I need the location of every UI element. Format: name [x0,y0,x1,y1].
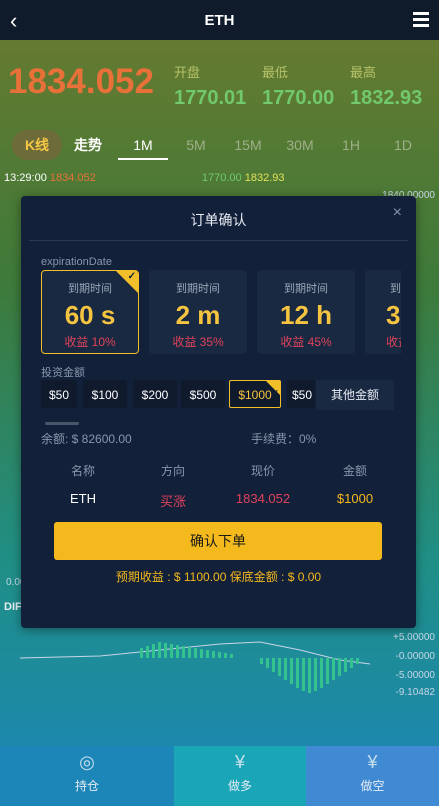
nav-short-label: 做空 [360,779,385,793]
tab-1d[interactable]: 1D [386,130,420,160]
option-yield: 收益 10% [64,335,116,349]
order-summary: 名称 ETH 方向 买涨 现价 1834.052 金额 $1000 [33,452,404,512]
high-value: 1832.93 [350,87,423,109]
low-stat: 最低 1770.00 [262,62,334,110]
bottom-nav: ◎ 持仓 ¥ 做多 ¥ 做空 [0,746,439,806]
nav-long[interactable]: ¥ 做多 [174,746,306,806]
summary-value: 买涨 [159,494,186,509]
axis-label-minus5: -5.00000 [395,670,435,681]
option-yield: 收益 [386,335,401,349]
summary-value: $1000 [336,491,374,506]
tab-kline[interactable]: K线 [12,130,62,160]
low-value: 1770.00 [262,87,335,109]
dif-label: DIF [4,601,22,613]
summary-direction-col: 方向 买涨 [133,452,213,510]
tab-trend[interactable]: 走势 [70,130,106,160]
nav-short[interactable]: ¥ 做空 [306,746,439,806]
option-title: 到期 [390,283,401,295]
expected-return-text: 预期收益 : $ 1100.00 保底金额 : $ 0.00 [115,570,322,584]
amount-label: 投资金额 [41,367,85,379]
tab-1m[interactable]: 1M [118,130,168,160]
check-icon: ✓ [127,271,136,282]
expiration-option-2m[interactable]: 到期时间 2 m 收益 35% [149,270,247,354]
page-title: ETH [204,11,235,29]
summary-header: 方向 [160,464,185,478]
expiration-option-12h[interactable]: 到期时间 12 h 收益 45% [257,270,355,354]
axis-label-plus5: +5.00000 [393,632,435,643]
amount-50[interactable]: $50 [41,380,77,408]
summary-value: ETH [70,491,96,506]
menu-icon[interactable] [413,12,429,30]
high-label: 最高 [350,65,377,80]
nav-hold-label: 持仓 [74,779,99,793]
summary-value: 1834.052 [235,491,291,506]
expiration-options: ✓ 到期时间 60 s 收益 10% 到期时间 2 m 收益 35% 到期时间 … [41,270,401,354]
dialog-divider [29,240,408,241]
tab-30m[interactable]: 30M [278,130,322,160]
low-label: 最低 [262,65,289,80]
ticker-line: 13:29:00 1834.052 1770.00 1832.93 [4,172,285,184]
back-icon[interactable]: ‹ [10,8,17,34]
open-stat: 开盘 1770.01 [174,62,246,110]
expiration-option-partial[interactable]: 到期 3 收益 [365,270,401,354]
amount-50-partial[interactable]: $50 [287,380,315,408]
amount-200[interactable]: $200 [133,380,177,408]
expiration-label: expirationDate [41,256,112,268]
axis-label-zero: -0.00000 [395,651,435,662]
balance-text: 余额: $ 82600.00 [41,432,132,446]
yen-icon: ¥ [367,752,378,772]
open-value: 1770.01 [174,87,247,109]
check-icon: ✓ [271,388,279,398]
ticker-price: 1834.052 [49,172,96,184]
dialog-title: 订单确认 [190,212,247,228]
confirm-order-button[interactable]: 确认下单 [54,522,382,560]
axis-label-min: -9.10482 [395,687,435,698]
summary-amount-col: 金额 $1000 [315,452,395,506]
open-label: 开盘 [174,65,201,80]
option-value: 2 m [175,300,221,330]
close-icon[interactable]: × [393,204,402,222]
yen-icon: ¥ [234,752,245,772]
amount-500[interactable]: $500 [181,380,225,408]
hold-icon: ◎ [79,752,95,772]
nav-long-label: 做多 [227,779,252,793]
option-value: 60 s [64,300,116,330]
high-stat: 最高 1832.93 [350,62,422,110]
option-value: 12 h [279,300,333,330]
ticker-time: 13:29:00 [4,172,47,184]
current-price: 1834.052 [8,62,154,101]
option-yield: 收益 35% [172,335,224,349]
macd-histogram [20,641,371,693]
amount-1000[interactable]: $1000 ✓ [229,380,281,408]
option-title: 到期时间 [176,283,220,295]
summary-price-col: 现价 1834.052 [223,452,303,506]
summary-header: 金额 [342,464,367,478]
other-amount-button[interactable]: 其他金额 [316,380,394,410]
tab-1h[interactable]: 1H [334,130,368,160]
option-value: 3 [386,300,401,330]
order-confirm-dialog: 订单确认 × expirationDate ✓ 到期时间 60 s 收益 10%… [21,196,416,628]
tab-5m[interactable]: 5M [176,130,216,160]
summary-header: 名称 [70,464,95,478]
ticker-low: 1770.00 [201,172,242,184]
amount-100[interactable]: $100 [83,380,127,408]
summary-name-col: 名称 ETH [43,452,123,506]
nav-hold[interactable]: ◎ 持仓 [0,746,174,806]
top-bar: ‹ ETH [0,0,439,40]
option-title: 到期时间 [284,283,328,295]
chart-tabs: K线 走势 1M 5M 15M 30M 1H 1D [0,130,439,162]
ticker-high: 1832.93 [244,172,285,184]
tab-15m[interactable]: 15M [226,130,270,160]
amount-scrollbar[interactable] [45,422,79,425]
fee-text: 手续费：0% [251,432,317,446]
option-yield: 收益 45% [280,335,332,349]
expiration-option-60s[interactable]: ✓ 到期时间 60 s 收益 10% [41,270,139,354]
summary-header: 现价 [250,464,275,478]
